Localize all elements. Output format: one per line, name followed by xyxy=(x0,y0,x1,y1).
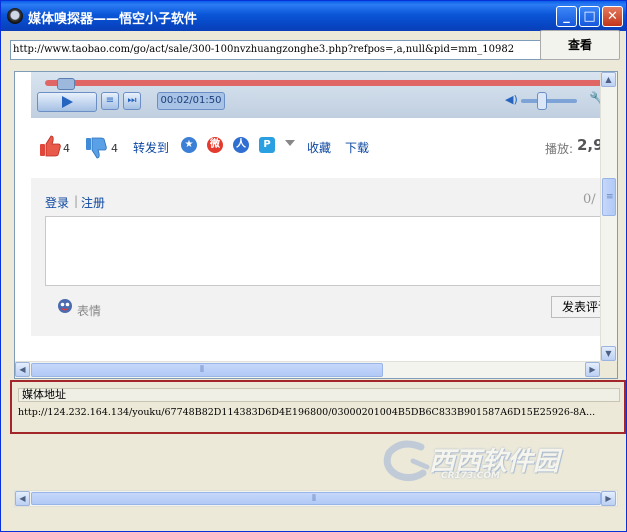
stop-button[interactable]: ≡ xyxy=(101,92,119,110)
web-view[interactable]: ≡ ⏭ 00:02/01:50 ◀) 🔧 4 xyxy=(14,71,618,379)
play-icon xyxy=(62,96,73,108)
bottom-scroll-right-icon[interactable]: ▶ xyxy=(601,491,616,506)
window-title: 媒体嗅探器——悟空小子软件 xyxy=(28,12,198,27)
login-separator: | xyxy=(74,194,79,208)
horizontal-scroll-thumb[interactable]: ⦀ xyxy=(31,363,383,377)
char-counter: 0/ xyxy=(583,192,596,207)
play-button[interactable] xyxy=(37,92,97,112)
submit-comment-button[interactable]: 发表评论 xyxy=(551,296,601,318)
vertical-scroll-thumb[interactable]: ≡ xyxy=(602,178,616,216)
thumb-grip-icon: ⦀ xyxy=(200,365,204,375)
app-logo-icon xyxy=(7,8,23,24)
scroll-corner xyxy=(600,361,617,378)
share-to-link[interactable]: 转发到 xyxy=(133,139,169,156)
watermark: 西西软件园 CR173.COM xyxy=(381,437,581,487)
action-bar: 4 4 转发到 ★ 微 人 P 收藏 下载 播放: 2,94 xyxy=(15,130,601,166)
volume-slider[interactable] xyxy=(521,99,577,103)
progress-bar[interactable] xyxy=(45,80,601,86)
bottom-horizontal-scrollbar[interactable]: ◀ ⦀ ▶ xyxy=(14,490,618,507)
url-input[interactable]: http://www.taobao.com/go/act/sale/300-10… xyxy=(10,40,542,60)
scroll-left-icon[interactable]: ◀ xyxy=(15,362,30,377)
scroll-up-icon[interactable]: ▲ xyxy=(601,72,616,87)
thumb-grip-icon: ≡ xyxy=(606,192,614,202)
emoji-icon[interactable] xyxy=(57,298,73,314)
scroll-right-icon[interactable]: ▶ xyxy=(585,362,600,377)
register-link[interactable]: 注册 xyxy=(81,194,105,211)
stop-icon: ≡ xyxy=(105,95,115,106)
play-count-label: 播放: xyxy=(545,142,574,156)
watermark-subtext: CR173.COM xyxy=(441,471,500,481)
volume-icon[interactable]: ◀) xyxy=(505,94,518,106)
comment-section: 登录 | 注册 0/ 表情 发表评论 xyxy=(31,178,601,336)
video-player-controls: ≡ ⏭ 00:02/01:50 ◀) 🔧 xyxy=(31,72,601,118)
media-address-header[interactable]: 媒体地址 xyxy=(18,388,620,402)
next-button[interactable]: ⏭ xyxy=(123,92,141,110)
maximize-icon: □ xyxy=(583,9,596,24)
login-link[interactable]: 登录 xyxy=(45,194,69,211)
thumbs-down-icon[interactable] xyxy=(85,136,107,160)
media-address-panel: 媒体地址 http://124.232.164.134/youku/67748B… xyxy=(10,380,626,434)
view-button[interactable]: 查看 xyxy=(540,30,620,60)
emoji-label[interactable]: 表情 xyxy=(77,302,101,319)
volume-handle[interactable] xyxy=(537,92,547,110)
progress-handle[interactable] xyxy=(57,78,75,90)
download-link[interactable]: 下载 xyxy=(345,139,369,156)
scroll-down-icon[interactable]: ▼ xyxy=(601,346,616,361)
watermark-logo-icon xyxy=(383,440,430,482)
weibo-icon[interactable]: 微 xyxy=(207,137,223,153)
renren-icon[interactable]: 人 xyxy=(233,137,249,153)
horizontal-scrollbar[interactable]: ◀ ⦀ ▶ xyxy=(15,361,601,378)
minimize-icon: _ xyxy=(563,9,570,24)
app-window: 媒体嗅探器——悟空小子软件 _ □ ✕ http://www.taobao.co… xyxy=(0,0,627,532)
maximize-button[interactable]: □ xyxy=(579,6,600,27)
close-icon: ✕ xyxy=(607,9,618,24)
page-content: ≡ ⏭ 00:02/01:50 ◀) 🔧 4 xyxy=(15,72,601,362)
minimize-button[interactable]: _ xyxy=(556,6,577,27)
title-bar[interactable]: 媒体嗅探器——悟空小子软件 _ □ ✕ xyxy=(1,1,626,31)
tencent-icon[interactable]: P xyxy=(259,137,275,153)
comment-textarea[interactable] xyxy=(45,216,601,286)
close-button[interactable]: ✕ xyxy=(602,6,623,27)
thumb-grip-icon: ⦀ xyxy=(312,494,316,504)
vertical-scrollbar[interactable]: ▲ ≡ ▼ xyxy=(600,72,617,362)
qzone-icon[interactable]: ★ xyxy=(181,137,197,153)
favorite-link[interactable]: 收藏 xyxy=(307,139,331,156)
thumbs-up-icon[interactable] xyxy=(39,134,61,158)
more-share-chevron-down-icon[interactable] xyxy=(285,140,295,146)
dislike-count: 4 xyxy=(111,142,118,155)
play-count: 2,94 xyxy=(577,136,601,154)
skip-icon: ⏭ xyxy=(127,95,137,106)
time-display: 00:02/01:50 xyxy=(157,92,225,110)
like-count: 4 xyxy=(63,142,70,155)
bottom-scroll-left-icon[interactable]: ◀ xyxy=(15,491,30,506)
bottom-scroll-thumb[interactable]: ⦀ xyxy=(31,492,601,505)
media-address-row[interactable]: http://124.232.164.134/youku/67748B82D11… xyxy=(18,405,620,421)
